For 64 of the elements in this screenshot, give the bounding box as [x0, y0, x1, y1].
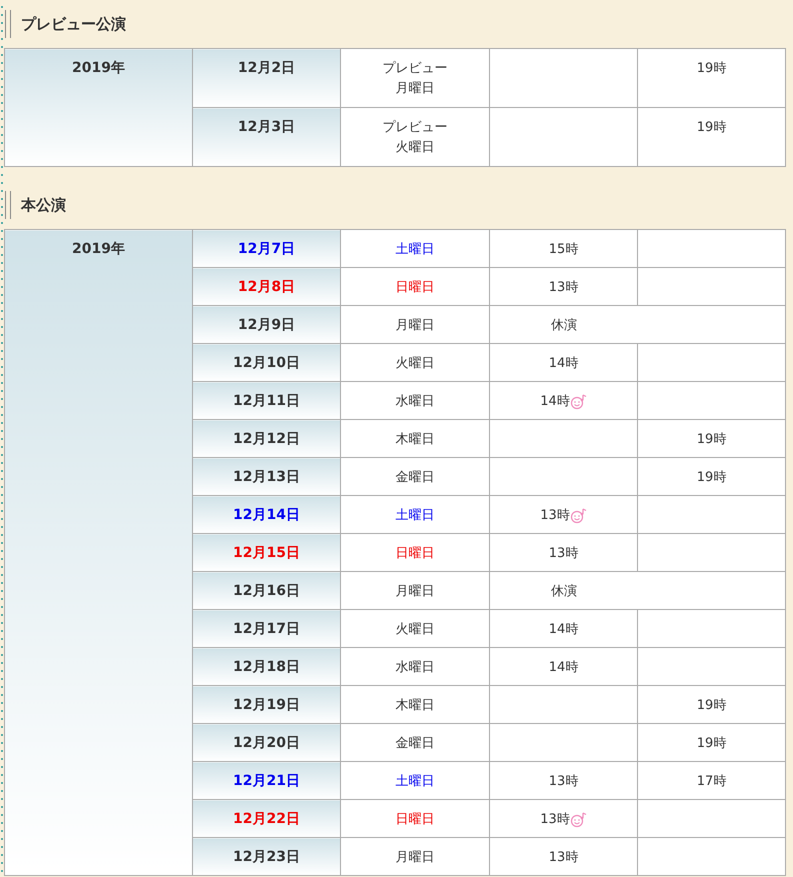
- matinee-cell: 13時: [490, 534, 638, 572]
- weekday-cell: プレビュー 火曜日: [340, 108, 490, 166]
- weekday-cell: 木曜日: [340, 420, 490, 458]
- section-heading: プレビュー公演: [21, 14, 126, 34]
- date-cell: 12月23日: [192, 838, 340, 876]
- matinee-cell: 15時: [490, 230, 638, 268]
- matinee-cell: 13時: [490, 838, 638, 876]
- weekday-cell: プレビュー 月曜日: [340, 48, 490, 108]
- weekday-cell: 月曜日: [340, 306, 490, 344]
- date-cell: 12月21日: [192, 762, 340, 800]
- date-cell: 12月18日: [192, 648, 340, 686]
- matinee-cell: 14時: [490, 648, 638, 686]
- matinee-cell: 14時: [490, 610, 638, 648]
- section-heading: 本公演: [21, 196, 66, 214]
- matinee-cell: 13時: [490, 800, 638, 838]
- matinee-cell: 13時: [490, 496, 638, 534]
- date-cell: 12月22日: [192, 800, 340, 838]
- date-cell: 12月3日: [192, 108, 340, 166]
- evening-cell: 19時: [638, 48, 786, 108]
- weekday-cell: 金曜日: [340, 724, 490, 762]
- matinee-cell: 14時: [490, 344, 638, 382]
- date-cell: 12月9日: [192, 306, 340, 344]
- matinee-cell: 14時: [490, 382, 638, 420]
- year-cell: 2019年: [4, 48, 192, 166]
- matinee-cell: 13時: [490, 268, 638, 306]
- weekday-cell: 月曜日: [340, 838, 490, 876]
- weekday-cell: 土曜日: [340, 496, 490, 534]
- closed-cell: 休演: [490, 306, 786, 344]
- date-cell: 12月17日: [192, 610, 340, 648]
- date-cell: 12月8日: [192, 268, 340, 306]
- evening-cell: 19時: [638, 420, 786, 458]
- weekday-cell: 水曜日: [340, 648, 490, 686]
- weekday-cell: 日曜日: [340, 800, 490, 838]
- closed-cell: 休演: [490, 572, 786, 610]
- date-cell: 12月20日: [192, 724, 340, 762]
- date-cell: 12月16日: [192, 572, 340, 610]
- date-cell: 12月19日: [192, 686, 340, 724]
- evening-cell: 19時: [638, 724, 786, 762]
- weekday-cell: 木曜日: [340, 686, 490, 724]
- year-cell: 2019年: [4, 230, 192, 876]
- weekday-cell: 水曜日: [340, 382, 490, 420]
- weekday-cell: 火曜日: [340, 610, 490, 648]
- date-cell: 12月13日: [192, 458, 340, 496]
- date-cell: 12月15日: [192, 534, 340, 572]
- heading-bar-icon: [5, 10, 11, 38]
- weekday-cell: 金曜日: [340, 458, 490, 496]
- weekday-cell: 月曜日: [340, 572, 490, 610]
- evening-cell: 19時: [638, 686, 786, 724]
- weekday-cell: 火曜日: [340, 344, 490, 382]
- evening-cell: 17時: [638, 762, 786, 800]
- date-cell: 12月11日: [192, 382, 340, 420]
- matinee-cell: 13時: [490, 762, 638, 800]
- heading-bar-icon: [5, 191, 11, 219]
- date-cell: 12月7日: [192, 230, 340, 268]
- date-cell: 12月14日: [192, 496, 340, 534]
- date-cell: 12月12日: [192, 420, 340, 458]
- evening-cell: 19時: [638, 458, 786, 496]
- date-cell: 12月2日: [192, 48, 340, 108]
- weekday-cell: 日曜日: [340, 534, 490, 572]
- evening-cell: 19時: [638, 108, 786, 166]
- weekday-cell: 土曜日: [340, 230, 490, 268]
- weekday-cell: 日曜日: [340, 268, 490, 306]
- weekday-cell: 土曜日: [340, 762, 490, 800]
- date-cell: 12月10日: [192, 344, 340, 382]
